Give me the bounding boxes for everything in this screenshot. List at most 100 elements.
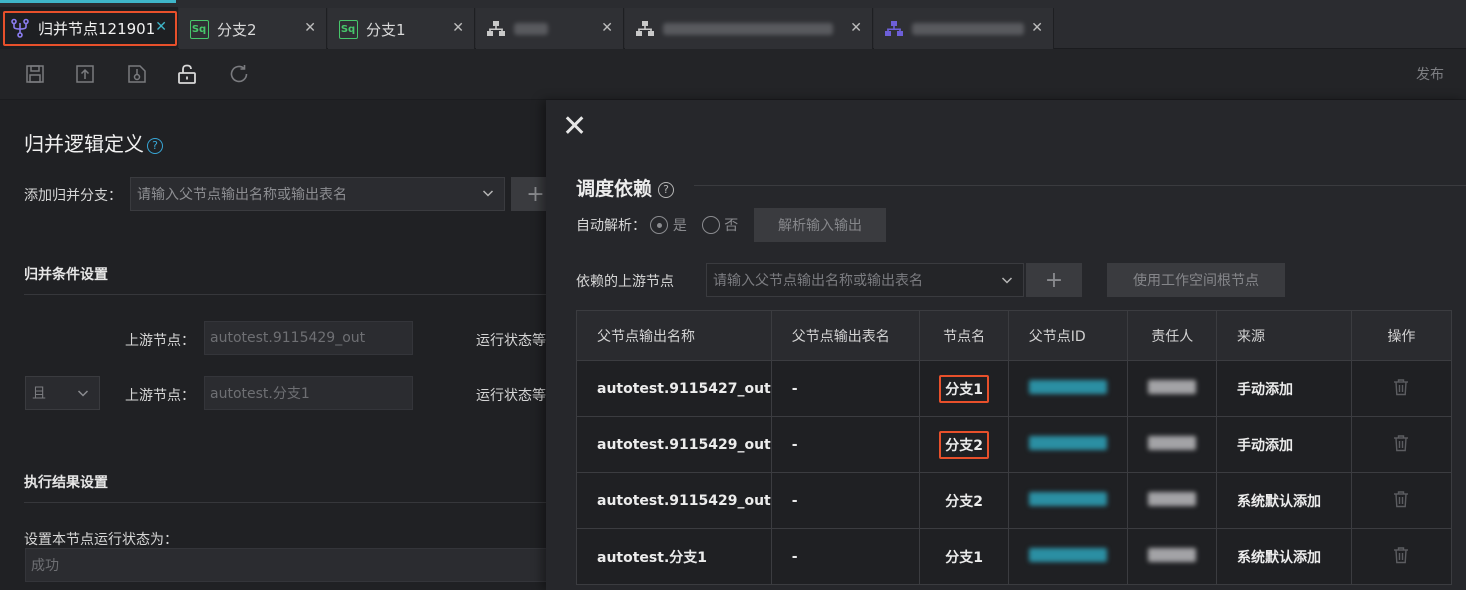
use-root-node-button[interactable]: 使用工作空间根节点 bbox=[1107, 263, 1285, 297]
cell-node-name: 分支2 bbox=[919, 472, 1009, 529]
tab-branch-1[interactable]: Sq 分支1 ✕ bbox=[328, 8, 475, 50]
cell-actions bbox=[1350, 416, 1453, 473]
page-title-text: 归并逻辑定义 bbox=[24, 132, 144, 156]
help-icon[interactable]: ? bbox=[658, 181, 675, 198]
cell-actions bbox=[1350, 360, 1453, 417]
table-header-row: 父节点输出名称 父节点输出表名 节点名 父节点ID 责任人 来源 操作 bbox=[576, 310, 1453, 361]
active-tab-indicator bbox=[0, 0, 176, 3]
cell-output-name: autotest.9115427_out bbox=[576, 360, 772, 417]
cell-output-table: - bbox=[770, 528, 921, 585]
highlight-box bbox=[3, 11, 177, 46]
upstream-value: autotest.9115429_out bbox=[210, 330, 366, 346]
close-icon[interactable]: ✕ bbox=[601, 20, 613, 36]
cell-source: 系统默认添加 bbox=[1216, 472, 1352, 529]
auto-parse-row: 自动解析： 是 否 bbox=[576, 215, 738, 235]
merge-condition-title: 归并条件设置 bbox=[24, 267, 108, 283]
delete-icon[interactable] bbox=[1393, 490, 1409, 512]
radio-no-label: 否 bbox=[724, 218, 739, 234]
divider bbox=[24, 502, 560, 503]
flow-icon bbox=[884, 19, 904, 39]
add-upstream-button[interactable]: + bbox=[1026, 263, 1082, 297]
delete-icon[interactable] bbox=[1393, 546, 1409, 568]
upstream-input[interactable]: autotest.9115429_out bbox=[204, 321, 413, 355]
radio-no[interactable] bbox=[701, 216, 720, 234]
chevron-down-icon bbox=[1001, 274, 1013, 290]
chevron-down-icon bbox=[77, 387, 89, 403]
redacted-owner bbox=[1148, 379, 1197, 394]
tab-flow-2[interactable]: ✕ bbox=[625, 8, 873, 50]
close-icon[interactable]: ✕ bbox=[850, 20, 862, 36]
delete-icon[interactable] bbox=[1393, 378, 1409, 400]
cell-source: 手动添加 bbox=[1216, 360, 1352, 417]
drawer-title-text: 调度依赖 bbox=[576, 178, 653, 200]
col-parent-id: 父节点ID bbox=[1007, 310, 1129, 361]
page-title: 归并逻辑定义? bbox=[24, 128, 163, 157]
redacted-owner bbox=[1148, 435, 1197, 450]
highlighted-node-name: 分支2 bbox=[939, 430, 989, 459]
table-row: autotest.9115429_out - 分支2 系统默认添加 bbox=[576, 472, 1453, 529]
cell-parent-id bbox=[1007, 360, 1129, 417]
col-output-table: 父节点输出表名 bbox=[770, 310, 921, 361]
schedule-dependency-drawer: ✕ 调度依赖? 自动解析： 是 否 解析输入输出 依赖的上游节点 请输入父节点输… bbox=[546, 100, 1466, 590]
redacted-id bbox=[1028, 379, 1107, 394]
submit-icon[interactable] bbox=[74, 63, 96, 85]
unlock-icon[interactable] bbox=[176, 63, 198, 85]
status-select[interactable]: 成功 bbox=[25, 548, 560, 582]
cell-source: 系统默认添加 bbox=[1216, 528, 1352, 585]
tab-branch-2[interactable]: Sq 分支2 ✕ bbox=[179, 8, 327, 50]
upstream-input[interactable]: autotest.分支1 bbox=[204, 376, 413, 410]
blurred-tab-label bbox=[514, 23, 548, 35]
help-icon[interactable]: ? bbox=[147, 137, 163, 154]
cell-parent-id bbox=[1007, 416, 1129, 473]
tab-flow-1[interactable]: ✕ bbox=[476, 8, 624, 50]
redacted-id bbox=[1028, 491, 1107, 506]
status-value: 成功 bbox=[31, 558, 59, 574]
cell-node-name: 分支1 bbox=[919, 528, 1009, 585]
publish-button[interactable]: 发布 bbox=[1416, 64, 1444, 84]
merge-logic-panel: 归并逻辑定义? 添加归并分支： 请输入父节点输出名称或输出表名 + 归并条件设置… bbox=[0, 100, 560, 590]
upstream-nodes-label: 依赖的上游节点 bbox=[576, 274, 674, 290]
delete-icon[interactable] bbox=[1393, 434, 1409, 456]
upstream-nodes-select[interactable]: 请输入父节点输出名称或输出表名 bbox=[706, 263, 1024, 297]
redacted-id bbox=[1028, 547, 1107, 562]
cell-parent-id bbox=[1007, 472, 1129, 529]
logic-select[interactable]: 且 bbox=[25, 376, 100, 410]
tab-label: 分支1 bbox=[366, 20, 406, 39]
tab-label: 分支2 bbox=[217, 20, 257, 39]
add-branch-placeholder: 请输入父节点输出名称或输出表名 bbox=[137, 187, 347, 203]
close-icon[interactable]: ✕ bbox=[562, 112, 587, 142]
refresh-icon[interactable] bbox=[228, 63, 250, 85]
set-status-label: 设置本节点运行状态为： bbox=[24, 532, 178, 548]
tab-bar: 归并节点121901 ✕ Sq 分支2 ✕ Sq 分支1 ✕ ✕ ✕ ✕ bbox=[0, 0, 1466, 50]
add-branch-select[interactable]: 请输入父节点输出名称或输出表名 bbox=[130, 177, 505, 211]
cell-output-name: autotest.分支1 bbox=[576, 528, 772, 585]
tab-flow-3[interactable]: ✕ bbox=[874, 8, 1054, 50]
cell-owner bbox=[1127, 528, 1218, 585]
close-icon[interactable]: ✕ bbox=[1031, 20, 1043, 36]
auto-parse-label: 自动解析： bbox=[576, 218, 646, 234]
redacted-id bbox=[1028, 435, 1107, 450]
cell-output-name: autotest.9115429_out bbox=[576, 472, 772, 529]
dependency-table: 父节点输出名称 父节点输出表名 节点名 父节点ID 责任人 来源 操作 auto… bbox=[576, 310, 1453, 585]
radio-yes[interactable] bbox=[650, 216, 669, 234]
chevron-down-icon bbox=[482, 187, 494, 203]
logic-value: 且 bbox=[32, 386, 46, 402]
col-output-name: 父节点输出名称 bbox=[576, 310, 772, 361]
cell-actions bbox=[1350, 472, 1453, 529]
app-window: 归并节点121901 ✕ Sq 分支2 ✕ Sq 分支1 ✕ ✕ ✕ ✕ 发布 … bbox=[0, 0, 1466, 590]
toolbar: 发布 bbox=[0, 49, 1466, 100]
sql-icon: Sq bbox=[189, 19, 209, 39]
cell-actions bbox=[1350, 528, 1453, 585]
run-status-label: 运行状态等 bbox=[476, 388, 546, 404]
cell-owner bbox=[1127, 472, 1218, 529]
steal-lock-icon[interactable] bbox=[126, 63, 148, 85]
cell-parent-id bbox=[1007, 528, 1129, 585]
blurred-tab-label bbox=[912, 23, 1024, 35]
close-icon[interactable]: ✕ bbox=[452, 20, 464, 36]
table-row: autotest.9115429_out - 分支2 手动添加 bbox=[576, 416, 1453, 473]
cell-node-name: 分支2 bbox=[919, 416, 1009, 473]
parse-io-button[interactable]: 解析输入输出 bbox=[754, 208, 886, 242]
cell-output-table: - bbox=[770, 360, 921, 417]
save-icon[interactable] bbox=[24, 63, 46, 85]
close-icon[interactable]: ✕ bbox=[304, 20, 316, 36]
